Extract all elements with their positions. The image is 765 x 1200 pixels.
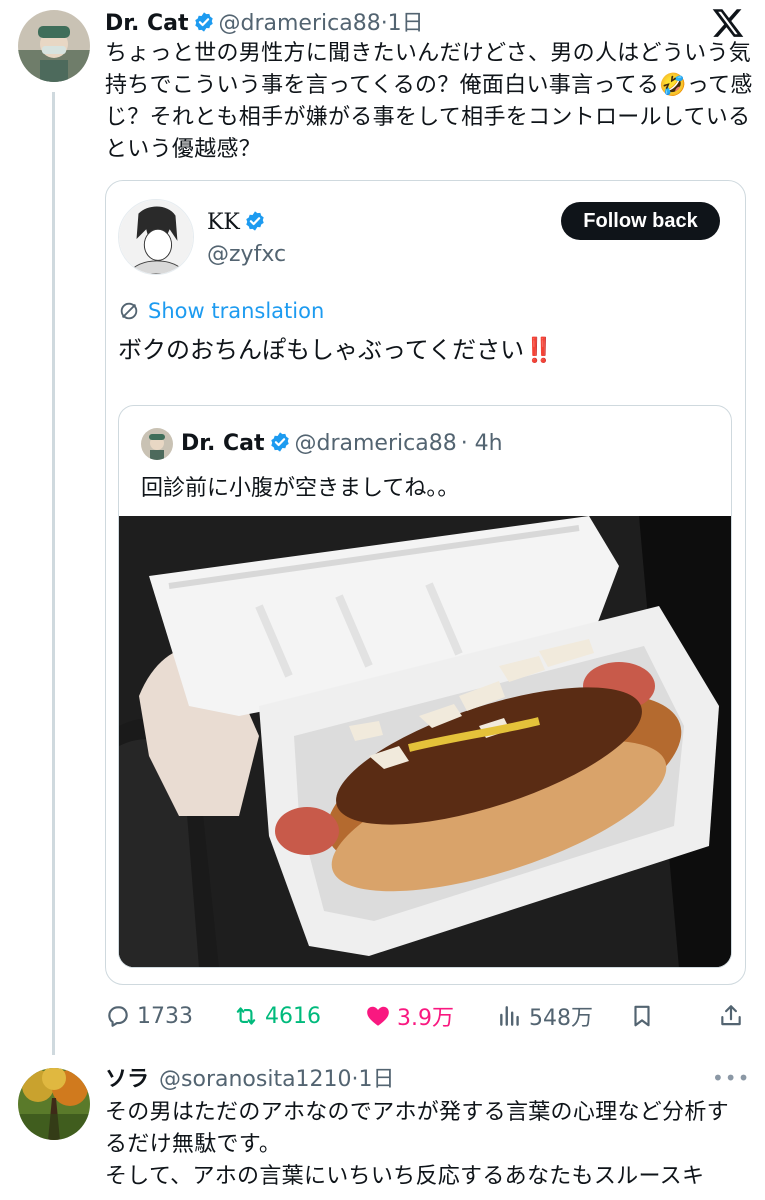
show-translation-link[interactable]: Show translation xyxy=(118,296,324,326)
nested-author-avatar[interactable] xyxy=(141,428,173,460)
reply-time[interactable]: ·1日 xyxy=(352,1067,395,1092)
main-tweet-time[interactable]: ·1日 xyxy=(381,11,424,36)
nested-author-name[interactable]: Dr. Cat xyxy=(181,431,265,456)
main-author-handle[interactable]: @dramerica88 xyxy=(219,11,381,36)
more-options-icon[interactable]: ••• xyxy=(712,1066,750,1090)
reply-text: その男はただのアホなのでアホが発する言葉の心理など分析するだけ無駄です。 xyxy=(105,1100,729,1157)
reply-text-continued: そして、アホの言葉にいちいち反応するあなたもスルースキ xyxy=(105,1164,705,1189)
quoted-author-name[interactable]: KK xyxy=(207,210,240,235)
reply-author-name[interactable]: ソラ xyxy=(105,1067,149,1092)
nested-author-handle[interactable]: @dramerica88 xyxy=(295,431,457,456)
verified-badge-icon xyxy=(246,211,264,231)
views-chart-icon xyxy=(500,1006,519,1026)
nested-quote-text: 回診前に小腹が空きましてね。。 xyxy=(141,476,460,501)
main-author-name[interactable]: Dr. Cat xyxy=(105,11,189,36)
show-translation-label: Show translation xyxy=(148,299,325,323)
reply-author-handle[interactable]: @soranosita1210 xyxy=(159,1067,352,1092)
share-icon xyxy=(721,1005,741,1026)
views-button[interactable]: 548万 xyxy=(497,1000,593,1032)
main-tweet-header: Dr. Cat @dramerica88·1日 xyxy=(105,8,424,40)
quoted-author-handle[interactable]: @zyfxc xyxy=(207,240,286,270)
verified-badge-icon xyxy=(194,12,213,32)
reply-button[interactable]: 1733 xyxy=(105,1000,193,1032)
main-author-avatar[interactable] xyxy=(18,10,90,82)
follow-back-button[interactable]: Follow back xyxy=(561,202,720,240)
retweet-button[interactable]: 4616 xyxy=(233,1000,321,1032)
like-button[interactable]: 3.9万 xyxy=(365,1000,454,1032)
bookmark-icon xyxy=(634,1005,650,1027)
retweet-count: 4616 xyxy=(265,1003,321,1029)
reply-count: 1733 xyxy=(137,1003,193,1029)
bookmark-button[interactable] xyxy=(629,1000,661,1032)
hot-dog-photo[interactable] xyxy=(119,516,731,967)
thread-line xyxy=(52,92,55,1055)
translate-icon xyxy=(120,302,138,320)
reply-icon xyxy=(108,1006,128,1027)
quoted-tweet-text: ボクのおちんぽもしゃぶってください‼️ xyxy=(118,336,554,364)
retweet-icon xyxy=(236,1007,256,1025)
verified-badge-icon xyxy=(270,432,289,452)
quoted-author-name-row: KK xyxy=(207,208,270,238)
share-button[interactable] xyxy=(718,1000,750,1032)
reply-header: ソラ @soranosita1210·1日 xyxy=(105,1064,395,1096)
views-count: 548万 xyxy=(529,1006,593,1031)
x-logo-icon[interactable] xyxy=(711,6,745,42)
heart-icon xyxy=(367,1006,389,1026)
nested-quote-time[interactable]: · 4h xyxy=(461,431,503,456)
quoted-author-avatar[interactable] xyxy=(118,199,194,275)
like-count: 3.9万 xyxy=(397,1006,454,1031)
nested-quote-header: Dr. Cat @dramerica88 · 4h xyxy=(181,428,503,460)
main-tweet-text: ちょっと世の男性方に聞きたいんだけどさ、男の人はどういう気持ちでこういう事を言っ… xyxy=(105,41,753,162)
reply-author-avatar[interactable] xyxy=(18,1068,90,1140)
